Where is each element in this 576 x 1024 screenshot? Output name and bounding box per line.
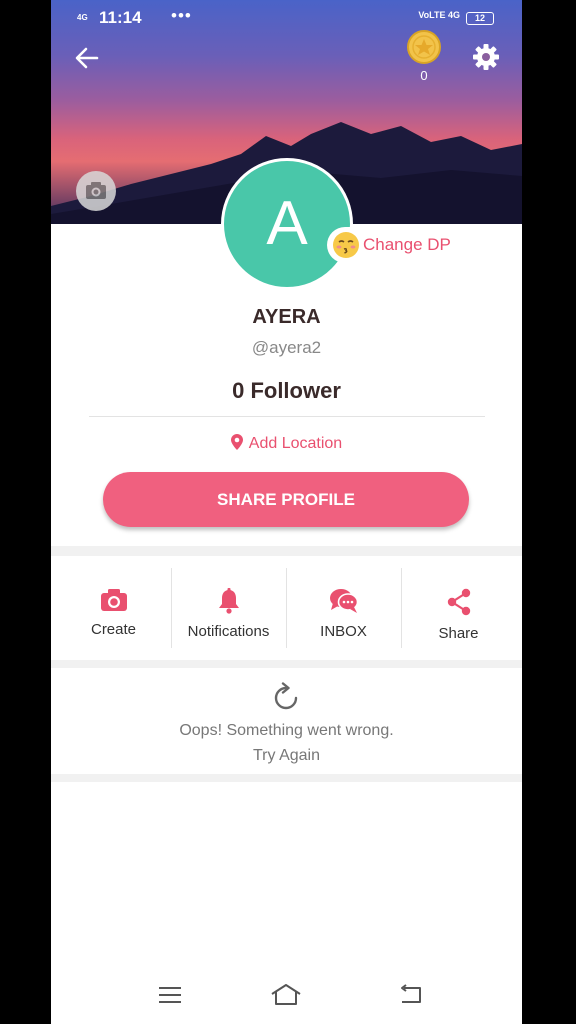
share-icon [447,588,470,616]
menu-icon[interactable] [155,982,185,1008]
back-nav-icon[interactable] [396,982,426,1008]
follower-count[interactable]: 0 Follower [51,378,522,404]
section-separator [51,660,522,668]
location-pin-icon [230,434,243,450]
share-profile-button[interactable]: SHARE PROFILE [103,472,469,527]
create-button[interactable]: Create [56,568,171,648]
coin-icon[interactable] [407,30,441,64]
camera-icon [100,589,127,611]
inbox-label: INBOX [320,623,367,640]
refresh-icon[interactable] [270,682,302,714]
action-bar: Create Notifications INBOX Share [51,556,522,660]
status-time: 11:14 [99,8,142,27]
home-icon[interactable] [270,982,301,1008]
change-dp-button[interactable]: Change DP [327,227,461,263]
battery-icon: 12 [466,12,494,25]
create-label: Create [90,621,137,638]
signal-indicator: 4G [77,13,88,22]
error-panel: Oops! Something went wrong. Try Again [51,668,522,774]
change-dp-label: Change DP [363,235,451,254]
avatar[interactable]: A [221,158,353,290]
section-separator [51,774,522,782]
notification-dots: ••• [171,6,192,25]
notifications-button[interactable]: Notifications [171,568,286,648]
notifications-label: Notifications [187,623,270,640]
gear-icon[interactable] [471,42,501,72]
add-location-label: Add Location [248,435,343,452]
inbox-button[interactable]: INBOX [286,568,401,648]
status-bar: 4G 11:14 ••• VoLTE 4G 12 [51,4,522,30]
system-nav-bar [51,968,522,1024]
add-location-link[interactable]: Add Location [51,434,522,453]
coin-count: 0 [420,68,428,83]
cover-camera-button[interactable] [76,171,116,211]
bell-icon [218,588,239,614]
error-message: Oops! Something went wrong. [179,722,394,739]
profile-handle: @ayera2 [251,338,322,357]
avatar-letter: A [266,189,308,258]
profile-screen: 4G 11:14 ••• VoLTE 4G 12 0 A Change DP A… [51,0,522,1024]
network-indicator: VoLTE 4G [418,10,460,20]
divider [89,416,485,417]
try-again-link[interactable]: Try Again [51,747,522,765]
share-label: Share [438,625,479,642]
share-button[interactable]: Share [401,568,516,648]
back-arrow-icon[interactable] [73,44,101,72]
section-separator [51,546,522,556]
profile-name: AYERA [252,306,321,328]
chat-bubbles-icon [329,589,358,613]
kissing-face-icon [333,232,359,258]
camera-icon [86,182,106,199]
